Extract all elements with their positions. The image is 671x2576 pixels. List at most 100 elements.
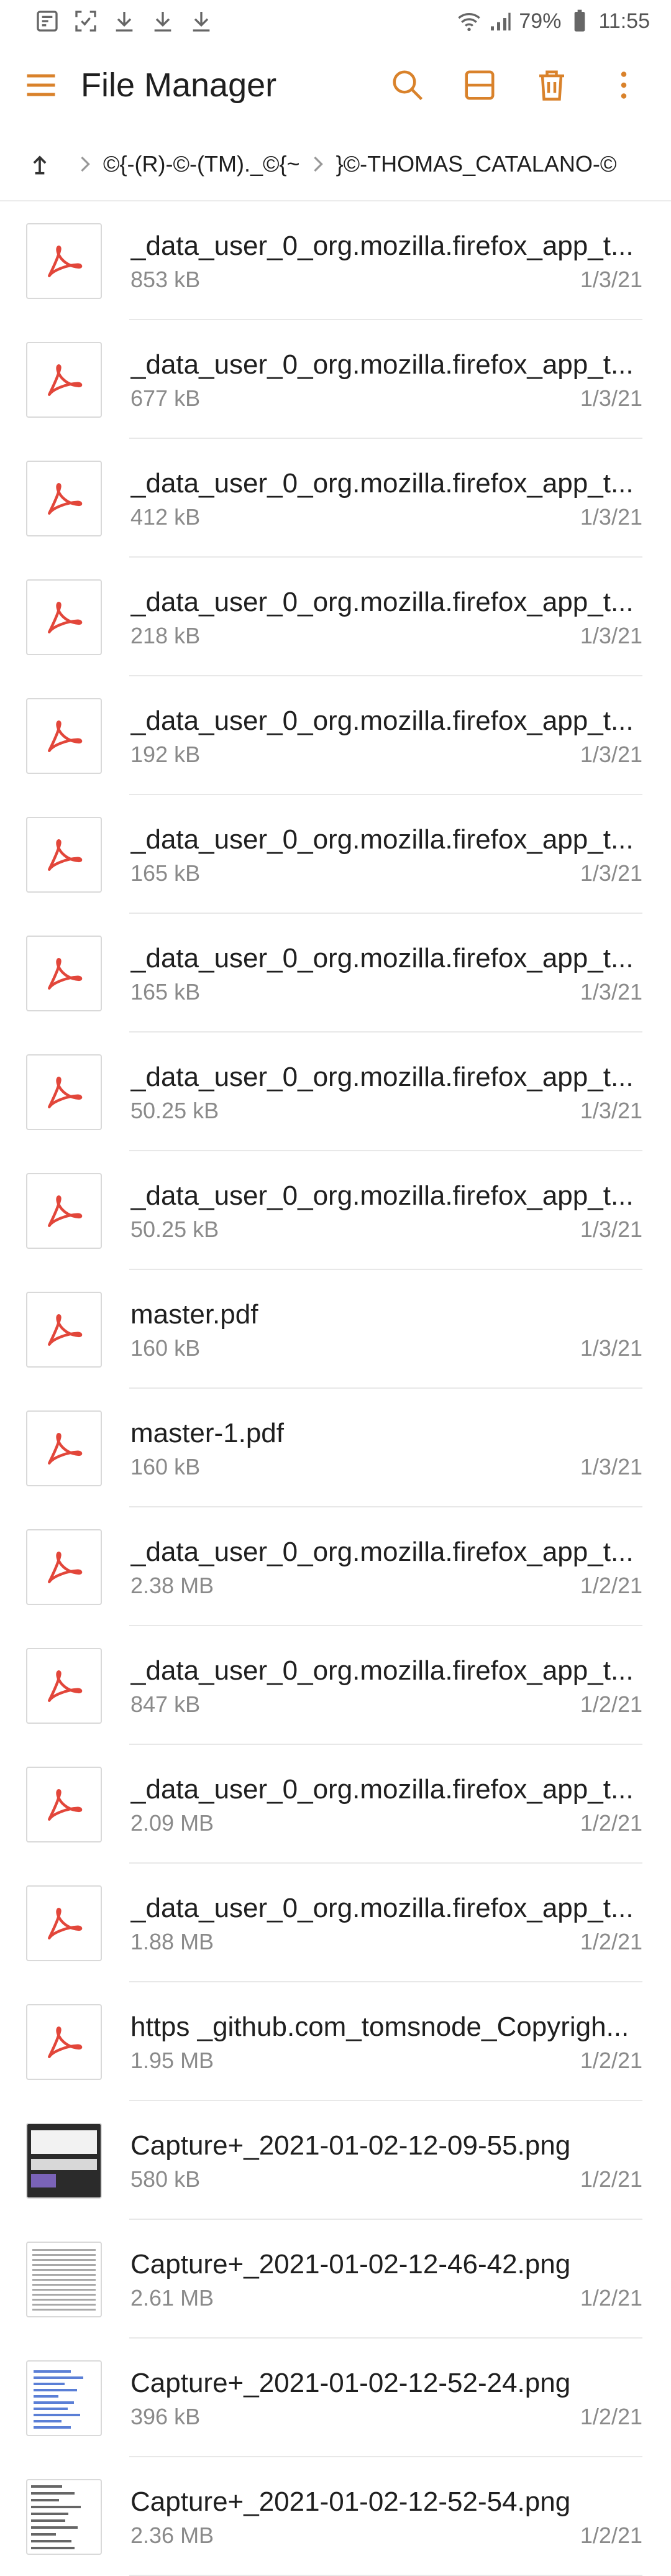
file-name: _data_user_0_org.mozilla.firefox_app_t..…: [130, 942, 634, 973]
file-date: 1/3/21: [580, 1097, 642, 1123]
file-row[interactable]: _data_user_0_org.mozilla.firefox_app_t..…: [0, 1626, 671, 1745]
breadcrumb-item[interactable]: ©{-(R)-©-(TM)._©{~: [103, 151, 300, 177]
file-info: master-1.pdf 160 kB 1/3/21: [130, 1417, 671, 1480]
file-size: 847 kB: [130, 1691, 201, 1717]
file-size: 2.61 MB: [130, 2284, 214, 2311]
pdf-icon: [48, 1907, 83, 1939]
file-date: 1/2/21: [580, 2284, 642, 2311]
file-date: 1/3/21: [580, 385, 642, 411]
chevron-right-icon: [313, 156, 323, 172]
pdf-icon: [48, 957, 83, 990]
image-thumbnail: [26, 2122, 102, 2199]
app-bar: File Manager: [0, 42, 671, 128]
image-thumbnail: [26, 2478, 102, 2555]
file-info: Capture+_2021-01-02-12-46-42.png 2.61 MB…: [130, 2248, 671, 2311]
pdf-icon: [48, 601, 83, 633]
wifi-icon: [458, 13, 481, 31]
download-icon: [193, 12, 210, 32]
split-view-button[interactable]: [459, 64, 501, 106]
file-thumbnail: [26, 1766, 102, 1842]
file-row[interactable]: _data_user_0_org.mozilla.firefox_app_t..…: [0, 1507, 671, 1626]
file-meta: 2.61 MB 1/2/21: [130, 2285, 642, 2311]
file-size: 677 kB: [130, 385, 201, 411]
menu-button[interactable]: [22, 67, 60, 104]
file-name: _data_user_0_org.mozilla.firefox_app_t..…: [130, 824, 634, 855]
file-row[interactable]: Capture+_2021-01-02-12-09-55.png 580 kB …: [0, 2101, 671, 2220]
file-row[interactable]: _data_user_0_org.mozilla.firefox_app_t..…: [0, 795, 671, 914]
file-meta: 192 kB 1/3/21: [130, 742, 642, 768]
file-row[interactable]: _data_user_0_org.mozilla.firefox_app_t..…: [0, 201, 671, 320]
file-size: 2.38 MB: [130, 1572, 214, 1598]
file-meta: 396 kB 1/2/21: [130, 2404, 642, 2430]
file-meta: 580 kB 1/2/21: [130, 2166, 642, 2192]
search-button[interactable]: [386, 64, 429, 106]
file-info: _data_user_0_org.mozilla.firefox_app_t..…: [130, 1892, 671, 1955]
file-row[interactable]: _data_user_0_org.mozilla.firefox_app_t..…: [0, 320, 671, 439]
pdf-icon: [48, 1313, 83, 1346]
file-name: _data_user_0_org.mozilla.firefox_app_t..…: [130, 1773, 634, 1805]
file-date: 1/3/21: [580, 978, 642, 1005]
file-thumbnail: [26, 935, 102, 1011]
file-info: _data_user_0_org.mozilla.firefox_app_t..…: [130, 1179, 671, 1243]
file-name: _data_user_0_org.mozilla.firefox_app_t..…: [130, 586, 634, 617]
file-row[interactable]: master-1.pdf 160 kB 1/3/21: [0, 1389, 671, 1507]
file-info: Capture+_2021-01-02-12-52-24.png 396 kB …: [130, 2367, 671, 2430]
signal-icon: [491, 12, 511, 30]
file-info: _data_user_0_org.mozilla.firefox_app_t..…: [130, 586, 671, 649]
page-title: File Manager: [81, 67, 277, 104]
file-name: _data_user_0_org.mozilla.firefox_app_t..…: [130, 705, 634, 736]
download-icon: [116, 12, 133, 32]
pdf-icon: [48, 1788, 83, 1821]
status-bar: 79% 11:55: [0, 0, 671, 42]
file-row[interactable]: _data_user_0_org.mozilla.firefox_app_t..…: [0, 439, 671, 558]
file-date: 1/3/21: [580, 1216, 642, 1242]
file-row[interactable]: Capture+_2021-01-02-12-52-54.png 2.36 MB…: [0, 2457, 671, 2576]
file-size: 165 kB: [130, 860, 201, 886]
file-meta: 160 kB 1/3/21: [130, 1454, 642, 1480]
file-name: _data_user_0_org.mozilla.firefox_app_t..…: [130, 349, 634, 380]
file-row[interactable]: _data_user_0_org.mozilla.firefox_app_t..…: [0, 558, 671, 676]
file-info: _data_user_0_org.mozilla.firefox_app_t..…: [130, 1535, 671, 1599]
file-meta: 165 kB 1/3/21: [130, 979, 642, 1005]
file-row[interactable]: https _github.com_tomsnode_Copyrigh... 1…: [0, 1982, 671, 2101]
file-thumbnail: [26, 460, 102, 536]
file-size: 1.88 MB: [130, 1928, 214, 1954]
file-row[interactable]: _data_user_0_org.mozilla.firefox_app_t..…: [0, 914, 671, 1033]
file-name: _data_user_0_org.mozilla.firefox_app_t..…: [130, 467, 634, 499]
file-size: 50.25 kB: [130, 1097, 219, 1123]
delete-button[interactable]: [531, 64, 573, 106]
pdf-icon: [48, 839, 83, 871]
file-name: _data_user_0_org.mozilla.firefox_app_t..…: [130, 1536, 634, 1567]
file-date: 1/2/21: [580, 2047, 642, 2073]
file-date: 1/3/21: [580, 622, 642, 648]
file-name: _data_user_0_org.mozilla.firefox_app_t..…: [130, 1061, 634, 1092]
file-thumbnail: [26, 1529, 102, 1605]
file-row[interactable]: master.pdf 160 kB 1/3/21: [0, 1270, 671, 1389]
file-meta: 50.25 kB 1/3/21: [130, 1217, 642, 1243]
file-thumbnail: [26, 1410, 102, 1486]
file-row[interactable]: _data_user_0_org.mozilla.firefox_app_t..…: [0, 1033, 671, 1151]
file-date: 1/3/21: [580, 504, 642, 530]
file-row[interactable]: Capture+_2021-01-02-12-52-24.png 396 kB …: [0, 2339, 671, 2457]
file-row[interactable]: _data_user_0_org.mozilla.firefox_app_t..…: [0, 1864, 671, 1982]
file-meta: 2.09 MB 1/2/21: [130, 1810, 642, 1836]
file-row[interactable]: _data_user_0_org.mozilla.firefox_app_t..…: [0, 1745, 671, 1864]
navigate-up-icon[interactable]: [26, 150, 53, 178]
breadcrumb: ©{-(R)-©-(TM)._©{~ }©-THOMAS_CATALANO-©: [0, 128, 671, 201]
file-meta: 2.36 MB 1/2/21: [130, 2523, 642, 2549]
file-meta: 412 kB 1/3/21: [130, 504, 642, 530]
file-date: 1/3/21: [580, 860, 642, 886]
pdf-icon: [48, 1432, 83, 1465]
file-name: Capture+_2021-01-02-12-46-42.png: [130, 2248, 571, 2279]
file-info: _data_user_0_org.mozilla.firefox_app_t..…: [130, 467, 671, 530]
breadcrumb-item-current[interactable]: }©-THOMAS_CATALANO-©: [336, 151, 617, 177]
file-row[interactable]: _data_user_0_org.mozilla.firefox_app_t..…: [0, 676, 671, 795]
file-date: 1/3/21: [580, 741, 642, 767]
file-date: 1/3/21: [580, 266, 642, 292]
file-row[interactable]: Capture+_2021-01-02-12-46-42.png 2.61 MB…: [0, 2220, 671, 2339]
more-options-button[interactable]: [603, 64, 645, 106]
image-thumbnail: [26, 2241, 102, 2317]
file-row[interactable]: _data_user_0_org.mozilla.firefox_app_t..…: [0, 1151, 671, 1270]
file-size: 412 kB: [130, 504, 201, 530]
file-info: _data_user_0_org.mozilla.firefox_app_t..…: [130, 942, 671, 1005]
